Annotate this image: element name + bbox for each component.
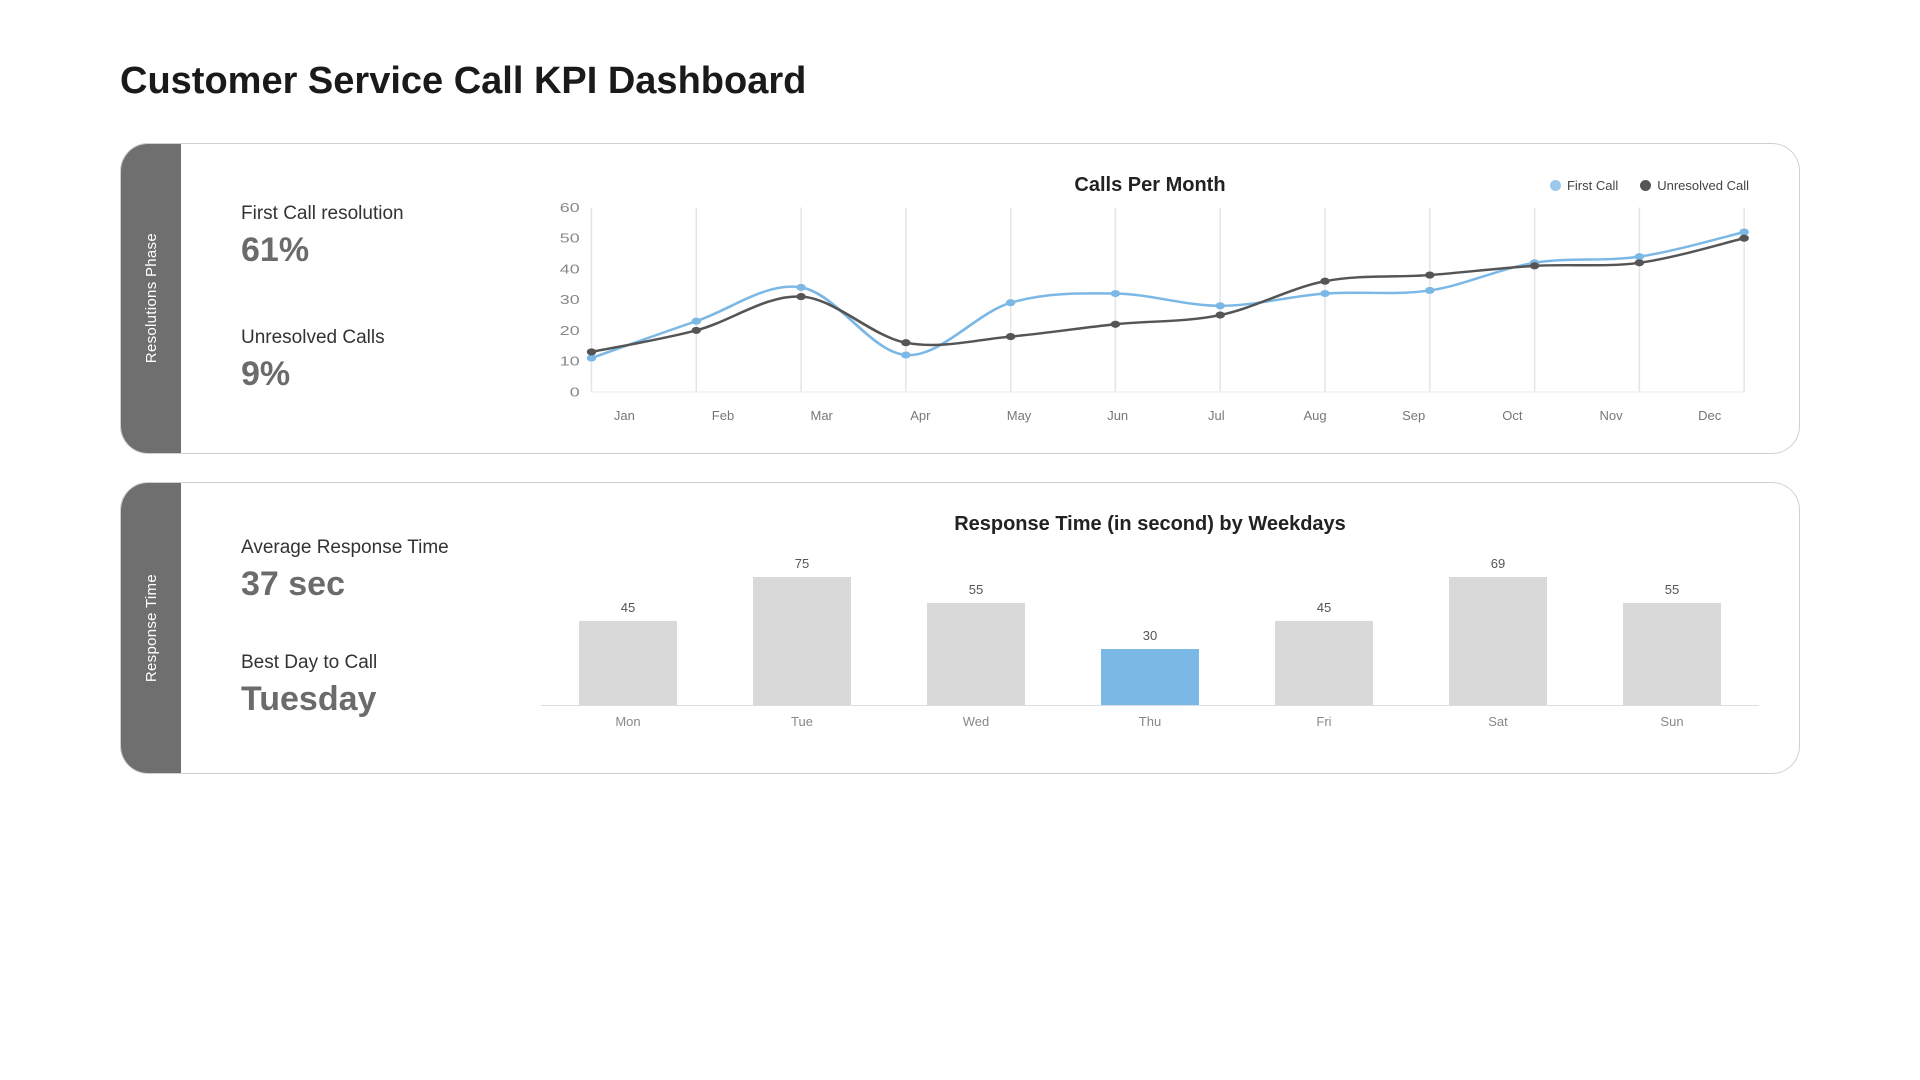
x-tick-label: Tue — [715, 706, 889, 729]
bar-value-label: 55 — [1665, 582, 1679, 597]
svg-text:40: 40 — [560, 262, 580, 276]
x-tick-label: Oct — [1463, 408, 1562, 423]
response-time-chart: Response Time (in second) by Weekdays 45… — [541, 513, 1759, 743]
side-label-text: Resolutions Phase — [143, 233, 160, 363]
x-tick-label: Mar — [772, 408, 871, 423]
legend-label: Unresolved Call — [1657, 178, 1749, 193]
bar — [1623, 603, 1720, 705]
metric-first-call-resolution: First Call resolution 61% — [241, 203, 521, 270]
calls-per-month-chart: Calls Per Month First Call Unresolved Ca… — [541, 174, 1759, 423]
x-tick-label: Jul — [1167, 408, 1266, 423]
metric-label: Best Day to Call — [241, 652, 521, 674]
card-side-label: Response Time — [121, 483, 181, 773]
x-tick-label: Sep — [1364, 408, 1463, 423]
bar — [927, 603, 1024, 705]
x-tick-label: Sat — [1411, 706, 1585, 729]
bar — [1275, 621, 1372, 705]
bar-slot: 45 — [1237, 556, 1411, 705]
svg-text:20: 20 — [560, 324, 580, 338]
bar-value-label: 69 — [1491, 556, 1505, 571]
metric-value: 9% — [241, 355, 521, 394]
x-tick-label: Thu — [1063, 706, 1237, 729]
line-chart-svg-container: 0 10 20 30 40 50 60 — [541, 203, 1759, 408]
bar-value-label: 55 — [969, 582, 983, 597]
svg-text:50: 50 — [560, 232, 580, 246]
x-tick-label: Apr — [871, 408, 970, 423]
bar-slot: 55 — [889, 556, 1063, 705]
legend-dot-icon — [1550, 180, 1561, 191]
metric-value: 61% — [241, 231, 521, 270]
bar — [1101, 649, 1198, 705]
bar-value-label: 30 — [1143, 628, 1157, 643]
resolutions-phase-card: Resolutions Phase First Call resolution … — [120, 143, 1800, 454]
svg-text:10: 10 — [560, 355, 580, 369]
legend-item-unresolved: Unresolved Call — [1640, 178, 1749, 193]
x-tick-label: Mon — [541, 706, 715, 729]
svg-text:0: 0 — [570, 385, 580, 399]
bar-value-label: 45 — [1317, 600, 1331, 615]
chart-title: Response Time (in second) by Weekdays — [541, 513, 1759, 536]
line-chart-x-labels: JanFebMarAprMayJunJulAugSepOctNovDec — [541, 408, 1759, 423]
x-tick-label: Jan — [575, 408, 674, 423]
metric-label: Average Response Time — [241, 537, 521, 559]
bar — [579, 621, 676, 705]
legend-label: First Call — [1567, 178, 1618, 193]
bar-slot: 75 — [715, 556, 889, 705]
response-time-card: Response Time Average Response Time 37 s… — [120, 482, 1800, 774]
bar-slot: 69 — [1411, 556, 1585, 705]
side-label-text: Response Time — [143, 574, 160, 682]
svg-text:60: 60 — [560, 203, 580, 215]
x-tick-label: Nov — [1562, 408, 1661, 423]
x-tick-label: Fri — [1237, 706, 1411, 729]
metric-value: Tuesday — [241, 680, 521, 719]
bar-value-label: 75 — [795, 556, 809, 571]
metric-unresolved-calls: Unresolved Calls 9% — [241, 327, 521, 394]
metric-label: Unresolved Calls — [241, 327, 521, 349]
bar-slot: 45 — [541, 556, 715, 705]
x-tick-label: Feb — [674, 408, 773, 423]
x-tick-label: Aug — [1266, 408, 1365, 423]
legend-item-first-call: First Call — [1550, 178, 1618, 193]
x-tick-label: Dec — [1660, 408, 1759, 423]
bar-slot: 30 — [1063, 556, 1237, 705]
x-tick-label: Wed — [889, 706, 1063, 729]
legend-dot-icon — [1640, 180, 1651, 191]
bar — [1449, 577, 1546, 705]
metric-best-day: Best Day to Call Tuesday — [241, 652, 521, 719]
bar-value-label: 45 — [621, 600, 635, 615]
page-title: Customer Service Call KPI Dashboard — [120, 60, 1800, 103]
svg-text:30: 30 — [560, 293, 580, 307]
bar — [753, 577, 850, 705]
x-tick-label: Jun — [1068, 408, 1167, 423]
chart-legend: First Call Unresolved Call — [1550, 178, 1749, 193]
bar-chart-x-labels: MonTueWedThuFriSatSun — [541, 706, 1759, 729]
x-tick-label: Sun — [1585, 706, 1759, 729]
metric-avg-response-time: Average Response Time 37 sec — [241, 537, 521, 604]
bar-chart-container: 45 75 55 30 45 69 55 — [541, 556, 1759, 706]
x-tick-label: May — [970, 408, 1069, 423]
bar-slot: 55 — [1585, 556, 1759, 705]
metric-label: First Call resolution — [241, 203, 521, 225]
metric-value: 37 sec — [241, 565, 521, 604]
card-side-label: Resolutions Phase — [121, 144, 181, 453]
